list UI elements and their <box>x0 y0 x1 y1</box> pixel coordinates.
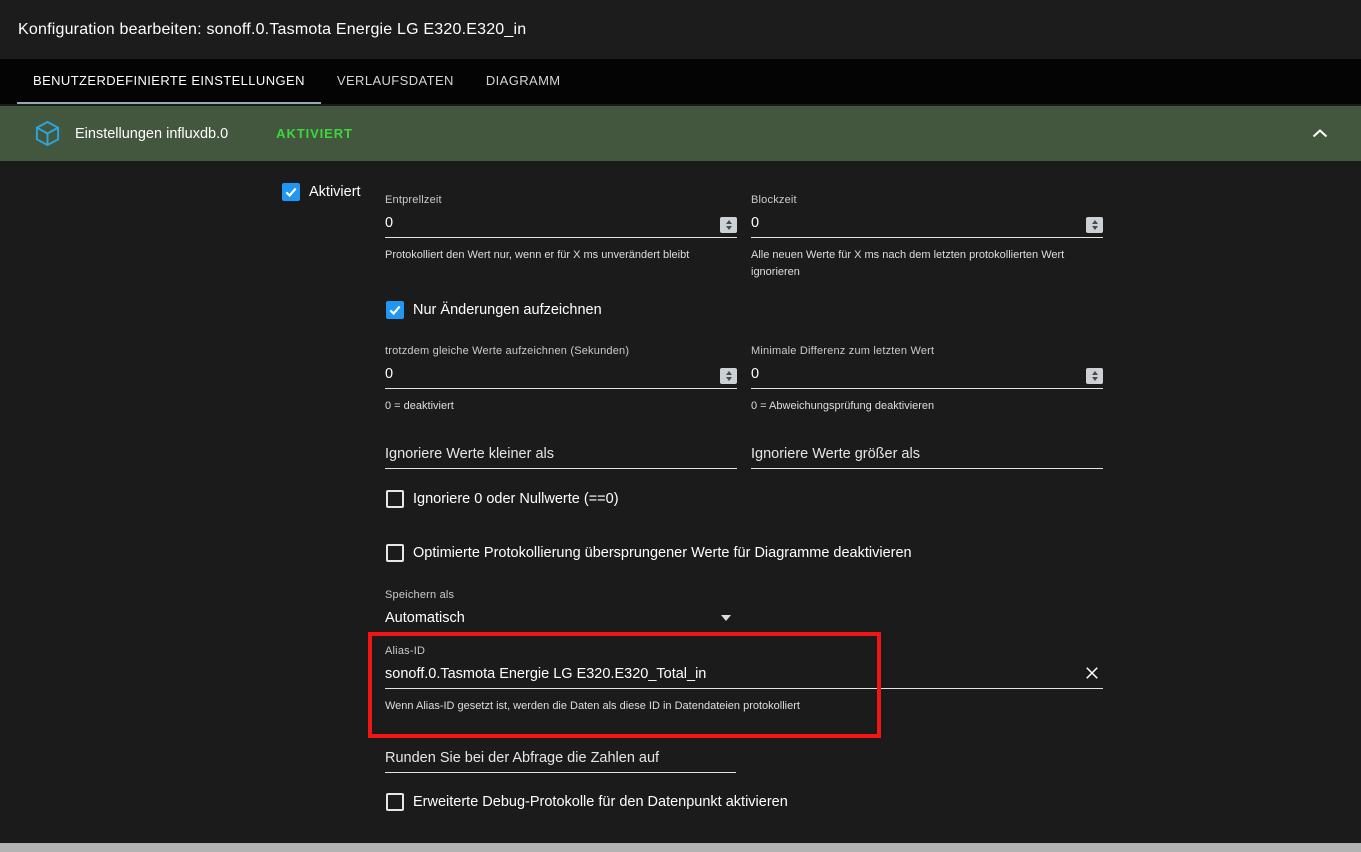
tab-history-data[interactable]: VERLAUFSDATEN <box>321 59 470 104</box>
field-input-row <box>385 745 736 773</box>
number-spinner[interactable] <box>720 217 737 233</box>
disable-skip-opt-checkbox[interactable] <box>386 544 404 562</box>
checkbox-label: Optimierte Protokollierung übersprungene… <box>413 545 912 561</box>
field-alias-id: Alias-ID Wenn Alias-ID gesetzt ist, werd… <box>385 645 1103 715</box>
round-input[interactable] <box>385 750 736 768</box>
field-input-row <box>385 210 737 238</box>
field-help: 0 = deaktiviert <box>385 398 737 415</box>
chevron-up-icon[interactable] <box>1309 126 1331 142</box>
checkbox-label: Ignoriere 0 oder Nullwerte (==0) <box>413 491 619 507</box>
checkbox-row-nur-aenderungen[interactable]: Nur Änderungen aufzeichnen <box>386 301 602 319</box>
dialog-header: Konfiguration bearbeiten: sonoff.0.Tasmo… <box>0 0 1361 59</box>
tab-label: DIAGRAMM <box>486 73 561 88</box>
field-input-row <box>751 441 1103 469</box>
ignore-below-input[interactable] <box>385 446 737 464</box>
checkbox-row-disable-skip-opt[interactable]: Optimierte Protokollierung übersprungene… <box>386 544 912 562</box>
field-help: Wenn Alias-ID gesetzt ist, werden die Da… <box>385 698 1103 715</box>
alias-id-input[interactable] <box>385 666 1103 684</box>
field-label: Entprellzeit <box>385 194 737 206</box>
debug-checkbox[interactable] <box>386 793 404 811</box>
field-help: Alle neuen Werte für X ms nach dem letzt… <box>751 247 1103 281</box>
adapter-title: Einstellungen influxdb.0 <box>75 126 228 142</box>
field-label: Blockzeit <box>751 194 1103 206</box>
checkbox-label: Erweiterte Debug-Protokolle für den Date… <box>413 794 788 810</box>
field-label: trotzdem gleiche Werte aufzeichnen (Seku… <box>385 345 737 357</box>
checkbox-row-aktiviert[interactable]: Aktiviert <box>282 183 361 201</box>
field-ignore-below <box>385 437 737 469</box>
page-title: Konfiguration bearbeiten: sonoff.0.Tasmo… <box>18 21 526 39</box>
edit-config-dialog: Letzt Konfiguration bearbeiten: sonoff.0… <box>0 0 1361 852</box>
blockzeit-input[interactable] <box>751 215 1103 233</box>
number-spinner[interactable] <box>1086 368 1103 384</box>
tab-bar: BENUTZERDEFINIERTE EINSTELLUNGEN VERLAUF… <box>0 59 1361 104</box>
tab-label: BENUTZERDEFINIERTE EINSTELLUNGEN <box>33 73 305 88</box>
checkbox-label: Aktiviert <box>309 184 361 200</box>
nur-aenderungen-checkbox[interactable] <box>386 301 404 319</box>
field-entprellzeit: Entprellzeit Protokolliert den Wert nur,… <box>385 194 737 264</box>
adapter-status-badge: AKTIVIERT <box>276 126 353 141</box>
checkbox-row-debug[interactable]: Erweiterte Debug-Protokolle für den Date… <box>386 793 788 811</box>
aktiviert-checkbox[interactable] <box>282 183 300 201</box>
number-spinner[interactable] <box>720 368 737 384</box>
field-input-row <box>751 210 1103 238</box>
field-input-row <box>385 661 1103 689</box>
field-blockzeit: Blockzeit Alle neuen Werte für X ms nach… <box>751 194 1103 281</box>
clear-alias-button[interactable] <box>1083 664 1101 682</box>
dropdown-arrow-icon <box>721 615 731 621</box>
field-help: Protokolliert den Wert nur, wenn er für … <box>385 247 737 264</box>
bottom-bar <box>0 843 1361 852</box>
tab-label: VERLAUFSDATEN <box>337 73 454 88</box>
field-input-row <box>385 361 737 389</box>
speichern-als-select[interactable]: Automatisch <box>385 605 737 633</box>
ignore-above-input[interactable] <box>751 446 1103 464</box>
field-label: Minimale Differenz zum letzten Wert <box>751 345 1103 357</box>
min-differenz-input[interactable] <box>751 366 1103 384</box>
field-min-differenz: Minimale Differenz zum letzten Wert 0 = … <box>751 345 1103 415</box>
select-value: Automatisch <box>385 610 721 628</box>
gleiche-werte-input[interactable] <box>385 366 737 384</box>
tab-custom-settings[interactable]: BENUTZERDEFINIERTE EINSTELLUNGEN <box>17 59 321 104</box>
field-gleiche-werte: trotzdem gleiche Werte aufzeichnen (Seku… <box>385 345 737 415</box>
entprellzeit-input[interactable] <box>385 215 737 233</box>
field-ignore-above <box>751 437 1103 469</box>
field-label: Alias-ID <box>385 645 1103 657</box>
influxdb-icon <box>34 120 61 147</box>
adapter-header[interactable]: Einstellungen influxdb.0 AKTIVIERT <box>0 106 1361 161</box>
checkbox-label: Nur Änderungen aufzeichnen <box>413 302 602 318</box>
field-input-row <box>385 441 737 469</box>
ignore-zero-checkbox[interactable] <box>386 490 404 508</box>
tab-chart[interactable]: DIAGRAMM <box>470 59 577 104</box>
field-help: 0 = Abweichungsprüfung deaktivieren <box>751 398 1103 415</box>
field-label: Speichern als <box>385 589 737 601</box>
field-input-row <box>751 361 1103 389</box>
checkbox-row-ignore-zero[interactable]: Ignoriere 0 oder Nullwerte (==0) <box>386 490 619 508</box>
number-spinner[interactable] <box>1086 217 1103 233</box>
field-speichern-als: Speichern als Automatisch <box>385 589 737 633</box>
field-round <box>385 741 736 773</box>
